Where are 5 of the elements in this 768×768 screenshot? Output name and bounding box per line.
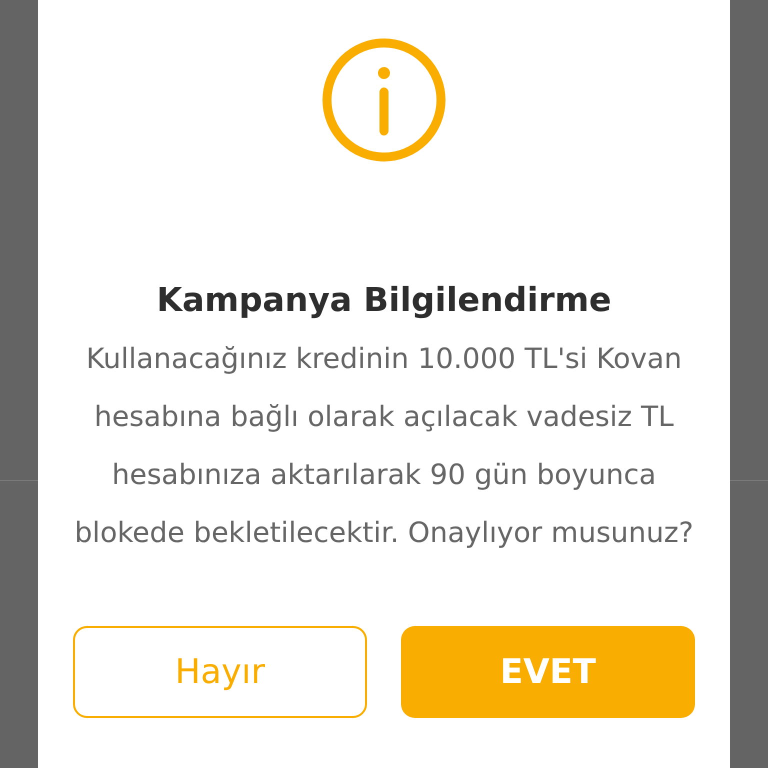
- dialog-message: Kullanacağınız kredinin 10.000 TL'si Kovan hesabına bağlı olarak açılacak vadesiz TL hesabınıza aktarılarak 90 gün boyunca blokede bekletilecektir. Onaylıyor musunuz?: [74, 341, 694, 551]
- confirm-button[interactable]: EVET: [401, 626, 695, 718]
- dialog-title: Kampanya Bilgilendirme: [156, 279, 612, 321]
- cancel-button[interactable]: Hayır: [73, 626, 367, 718]
- info-icon: [320, 36, 448, 164]
